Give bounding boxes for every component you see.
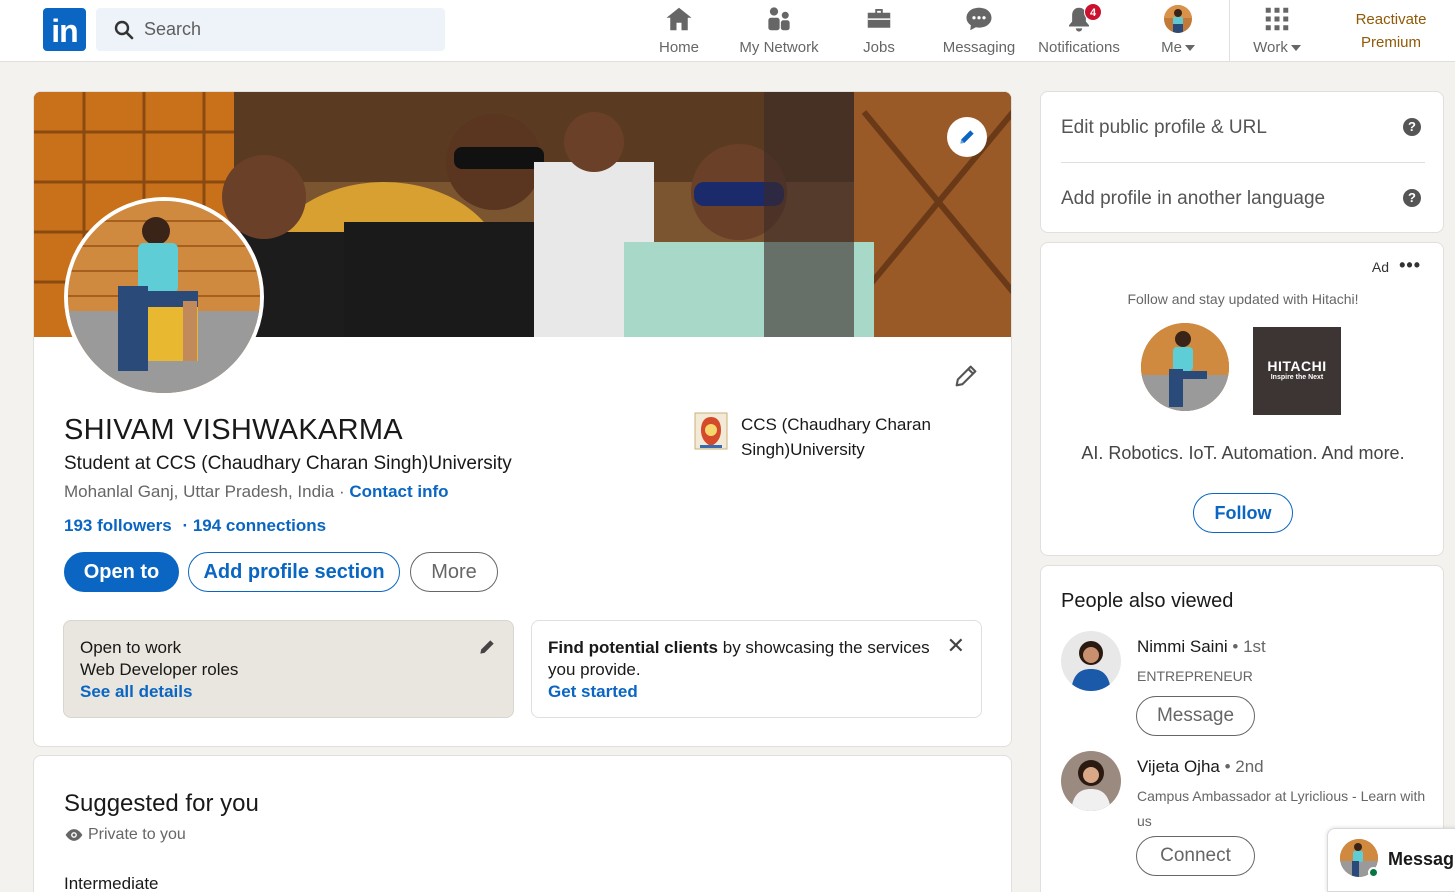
university-logo xyxy=(694,412,728,450)
get-started-link[interactable]: Get started xyxy=(548,681,965,703)
contact-info-link[interactable]: Contact info xyxy=(349,482,448,501)
location-separator: · xyxy=(334,482,350,501)
ad-label: Ad xyxy=(1371,259,1389,275)
eye-icon xyxy=(65,829,83,841)
open-to-work-box[interactable]: Open to work Web Developer roles See all… xyxy=(63,620,514,718)
profile-photo-image xyxy=(68,201,260,393)
me-avatar xyxy=(1164,5,1192,33)
add-profile-section-button[interactable]: Add profile section xyxy=(188,552,400,592)
open-to-work-title: Open to work xyxy=(80,638,182,657)
hitachi-subtitle: Inspire the Next xyxy=(1270,374,1324,381)
people-also-viewed-title: People also viewed xyxy=(1061,590,1234,612)
nav-my-network[interactable]: My Network xyxy=(735,4,823,58)
nav-work-label: Work xyxy=(1246,39,1308,56)
nav-home[interactable]: Home xyxy=(650,4,708,58)
more-button[interactable]: More xyxy=(410,552,498,592)
messaging-overlay[interactable]: Messaging xyxy=(1327,828,1455,892)
pencil-icon[interactable] xyxy=(477,637,497,657)
nav-jobs[interactable]: Jobs xyxy=(850,4,908,58)
chevron-down-icon xyxy=(1184,45,1195,52)
hitachi-wordmark: HITACHI xyxy=(1267,358,1327,374)
ad-card: Ad ••• Follow and stay updated with Hita… xyxy=(1040,242,1444,556)
person-title: Campus Ambassador at Lyriclious - Learn … xyxy=(1137,788,1426,829)
nav-messaging-label: Messaging xyxy=(942,39,1016,56)
linkedin-logo[interactable]: in xyxy=(43,8,86,51)
messaging-icon xyxy=(966,7,992,31)
messaging-label: Messaging xyxy=(1388,849,1455,869)
connect-button[interactable]: Connect xyxy=(1136,836,1255,876)
profile-location: Mohanlal Ganj, Uttar Pradesh, India xyxy=(64,482,335,501)
premium-line1: Reactivate xyxy=(1355,11,1427,28)
add-language-profile-link[interactable]: Add profile in another language xyxy=(1061,188,1425,210)
see-all-details-link[interactable]: See all details xyxy=(80,681,497,703)
nav-me[interactable]: Me xyxy=(1152,4,1204,58)
premium-line2: Premium xyxy=(1360,34,1421,51)
ad-user-avatar xyxy=(1141,323,1229,411)
help-icon[interactable]: ? xyxy=(1403,189,1421,207)
nav-notifications[interactable]: 4 Notifications xyxy=(1034,3,1124,58)
person-avatar[interactable] xyxy=(1061,751,1121,811)
search-box[interactable] xyxy=(96,8,445,51)
edit-intro-pencil-icon[interactable] xyxy=(952,362,980,390)
person-name-row[interactable]: Vijeta Ojha • 2nd xyxy=(1137,757,1264,777)
nav-my-network-label: My Network xyxy=(739,39,819,56)
nav-notifications-label: Notifications xyxy=(1038,39,1120,56)
person-name: Nimmi Saini xyxy=(1137,637,1228,656)
nav-work[interactable]: Work xyxy=(1246,4,1308,58)
followers-link[interactable]: 193 followers xyxy=(64,516,172,535)
edit-cover-button[interactable] xyxy=(947,117,987,157)
profile-photo[interactable] xyxy=(64,197,264,397)
pencil-icon xyxy=(960,130,974,144)
nav-me-label: Me xyxy=(1152,39,1204,56)
online-status-dot xyxy=(1368,867,1379,878)
open-to-button[interactable]: Open to xyxy=(64,552,179,592)
divider xyxy=(1061,162,1425,163)
profile-name: SHIVAM VISHWAKARMA xyxy=(64,414,403,446)
edit-public-profile-link[interactable]: Edit public profile & URL xyxy=(1061,117,1425,139)
help-icon[interactable]: ? xyxy=(1403,118,1421,136)
nav-home-label: Home xyxy=(658,39,699,56)
person-name-row[interactable]: Nimmi Saini • 1st xyxy=(1137,637,1266,657)
home-icon xyxy=(666,7,692,31)
network-icon xyxy=(768,7,790,31)
nav-messaging[interactable]: Messaging xyxy=(940,4,1018,58)
find-clients-box: Find potential clients by showcasing the… xyxy=(531,620,982,718)
briefcase-icon xyxy=(867,9,891,28)
profile-location-row: Mohanlal Ganj, Uttar Pradesh, India · Co… xyxy=(64,482,449,502)
more-options-icon[interactable]: ••• xyxy=(1399,255,1421,276)
close-icon[interactable]: ✕ xyxy=(947,635,965,657)
chevron-down-icon xyxy=(1290,45,1301,52)
nav-jobs-label: Jobs xyxy=(863,39,895,56)
education-name: CCS (Chaudhary Charan Singh)University xyxy=(741,415,931,459)
notifications-badge: 4 xyxy=(1084,3,1102,21)
ad-tagline: Follow and stay updated with Hitachi! xyxy=(1127,291,1359,307)
nav-divider xyxy=(1229,0,1230,62)
search-icon xyxy=(114,20,134,40)
follow-button[interactable]: Follow xyxy=(1193,493,1293,533)
find-clients-text: Find potential clients by showcasing the… xyxy=(548,638,930,679)
message-button[interactable]: Message xyxy=(1136,696,1255,736)
public-profile-card: Edit public profile & URL ? Add profile … xyxy=(1040,91,1444,233)
suggested-card: Suggested for you Private to you Interme… xyxy=(33,755,1012,892)
reactivate-premium-link[interactable]: Reactivate Premium xyxy=(1346,8,1436,54)
search-input[interactable] xyxy=(144,8,434,51)
top-nav: in Home My Network Jobs Messaging 4 Noti… xyxy=(0,0,1455,62)
profile-headline: Student at CCS (Chaudhary Charan Singh)U… xyxy=(64,453,512,474)
person-name: Vijeta Ojha xyxy=(1137,757,1220,776)
connections-link[interactable]: · 194 connections xyxy=(182,516,326,535)
profile-card: SHIVAM VISHWAKARMA Student at CCS (Chaud… xyxy=(33,91,1012,747)
grid-icon xyxy=(1265,7,1289,31)
hitachi-logo[interactable]: HITACHI Inspire the Next xyxy=(1253,327,1341,415)
person-avatar[interactable] xyxy=(1061,631,1121,691)
level-label: Intermediate xyxy=(64,874,159,892)
network-stats: 193 followers · 194 connections xyxy=(64,516,326,536)
open-to-work-roles: Web Developer roles xyxy=(80,660,239,679)
ad-slogan: AI. Robotics. IoT. Automation. And more. xyxy=(1081,443,1405,463)
suggested-title: Suggested for you xyxy=(64,790,259,817)
connection-degree: • 1st xyxy=(1227,637,1266,656)
connection-degree: • 2nd xyxy=(1219,757,1264,776)
person-title: ENTREPRENEUR xyxy=(1137,668,1253,684)
private-note: Private to you xyxy=(64,826,186,844)
